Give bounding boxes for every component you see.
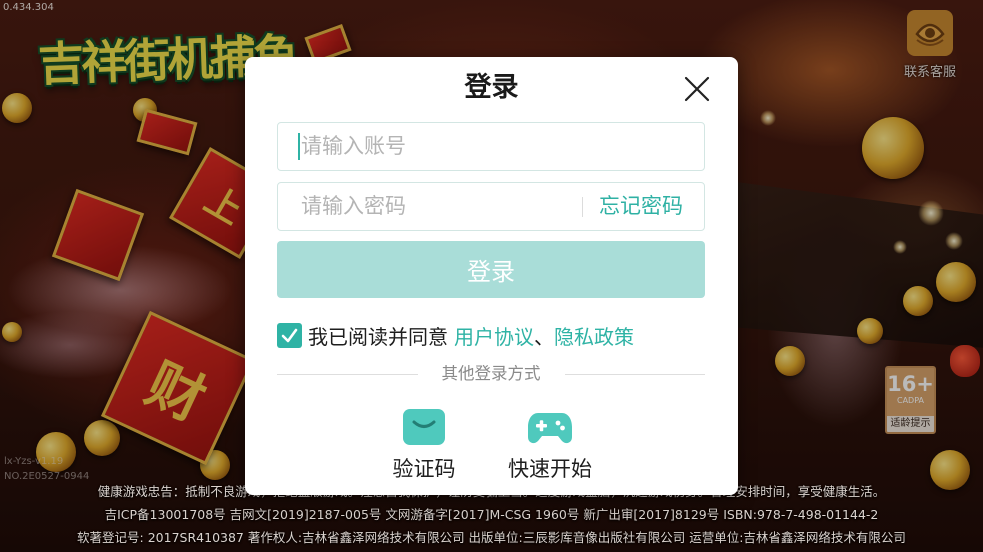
text-cursor	[298, 133, 300, 160]
password-input[interactable]	[278, 183, 601, 229]
agreement-row: 我已阅读并同意 用户协议 、 隐私政策	[277, 321, 634, 350]
quick-start-option[interactable]: 快速开始	[495, 405, 605, 485]
login-submit-button[interactable]: 登录	[277, 241, 705, 298]
forgot-password-link[interactable]: 忘记密码	[599, 183, 683, 229]
dialog-title: 登录	[464, 72, 519, 103]
other-login-heading: 其他登录方式	[441, 364, 541, 383]
password-field: 忘记密码	[277, 182, 705, 231]
close-icon	[684, 76, 710, 102]
checkmark-icon	[281, 328, 298, 342]
login-dialog: 登录 忘记密码 登录 我已阅读并同意 用户协议 、	[245, 57, 738, 495]
sms-code-label: 验证码	[392, 457, 456, 481]
other-login-divider: 其他登录方式	[277, 364, 705, 384]
user-agreement-link[interactable]: 用户协议	[454, 321, 534, 350]
envelope-icon	[403, 409, 445, 445]
copyright-info-text: 软著登记号: 2017SR410387 著作权人:吉林省鑫泽网络技术有限公司 出…	[77, 530, 906, 545]
game-login-screen: 上 财 吉祥街机捕鱼 0.434.304 lx-Yzs-v1.19 NO.2E0…	[0, 0, 983, 552]
gamepad-icon-wrap	[528, 405, 572, 445]
envelope-icon-wrap	[403, 405, 445, 445]
close-button[interactable]	[683, 75, 711, 103]
gamepad-icon	[528, 413, 572, 444]
account-field	[277, 122, 705, 171]
account-input[interactable]	[278, 123, 601, 169]
agreement-separator: 、	[534, 324, 554, 349]
agreement-prefix: 我已阅读并同意	[308, 324, 448, 349]
privacy-policy-link[interactable]: 隐私政策	[554, 321, 634, 350]
agreement-checkbox[interactable]	[277, 322, 302, 348]
license-info-text: 吉ICP备13001708号 吉网文[2019]2187-005号 文网游备字[…	[104, 507, 879, 522]
field-divider	[582, 197, 583, 217]
quick-start-label: 快速开始	[508, 457, 592, 481]
sms-code-login-option[interactable]: 验证码	[369, 405, 479, 485]
